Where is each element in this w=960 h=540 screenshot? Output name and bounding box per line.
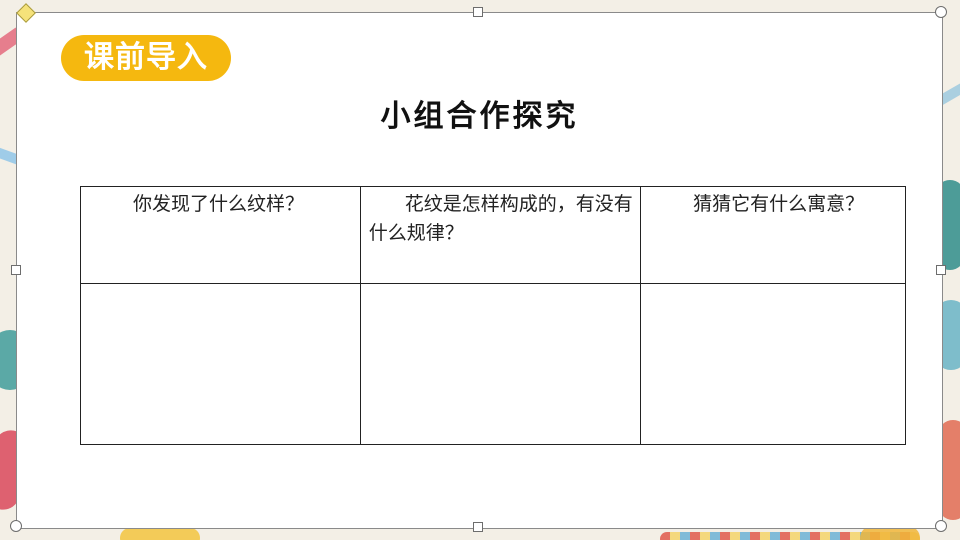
answer-cell-pattern[interactable]: [80, 283, 361, 445]
answer-text: [641, 284, 905, 287]
paint-stroke: [120, 528, 200, 540]
resize-handle-top-right[interactable]: [935, 6, 947, 18]
resize-handle-left[interactable]: [11, 265, 21, 275]
header-text: 花纹是怎样构成的，有没有什么规律？: [368, 193, 633, 244]
inquiry-table[interactable]: 你发现了什么纹样？ 花纹是怎样构成的，有没有什么规律？ 猜猜它有什么寓意？: [80, 186, 906, 445]
resize-handle-bottom[interactable]: [473, 522, 483, 532]
table-answer-row: [80, 283, 906, 445]
slide-canvas[interactable]: 课前导入 小组合作探究 你发现了什么纹样？ 花纹是怎样构成的，有没有什么规律？ …: [16, 12, 943, 529]
resize-handle-bottom-left[interactable]: [10, 520, 22, 532]
header-text: 你发现了什么纹样？: [133, 193, 305, 215]
answer-cell-meaning[interactable]: [640, 283, 906, 445]
section-badge: 课前导入: [61, 35, 231, 81]
header-text: 猜猜它有什么寓意？: [693, 193, 865, 215]
header-cell-structure[interactable]: 花纹是怎样构成的，有没有什么规律？: [359, 186, 642, 284]
slide-title: 小组合作探究: [380, 99, 579, 134]
header-cell-pattern[interactable]: 你发现了什么纹样？: [80, 186, 361, 284]
header-cell-meaning[interactable]: 猜猜它有什么寓意？: [640, 186, 906, 284]
answer-cell-structure[interactable]: [359, 283, 642, 445]
answer-text: [81, 284, 360, 287]
resize-handle-top[interactable]: [473, 7, 483, 17]
answer-text: [361, 284, 640, 287]
resize-handle-bottom-right[interactable]: [935, 520, 947, 532]
table-header-row: 你发现了什么纹样？ 花纹是怎样构成的，有没有什么规律？ 猜猜它有什么寓意？: [80, 186, 906, 284]
resize-handle-right[interactable]: [936, 265, 946, 275]
